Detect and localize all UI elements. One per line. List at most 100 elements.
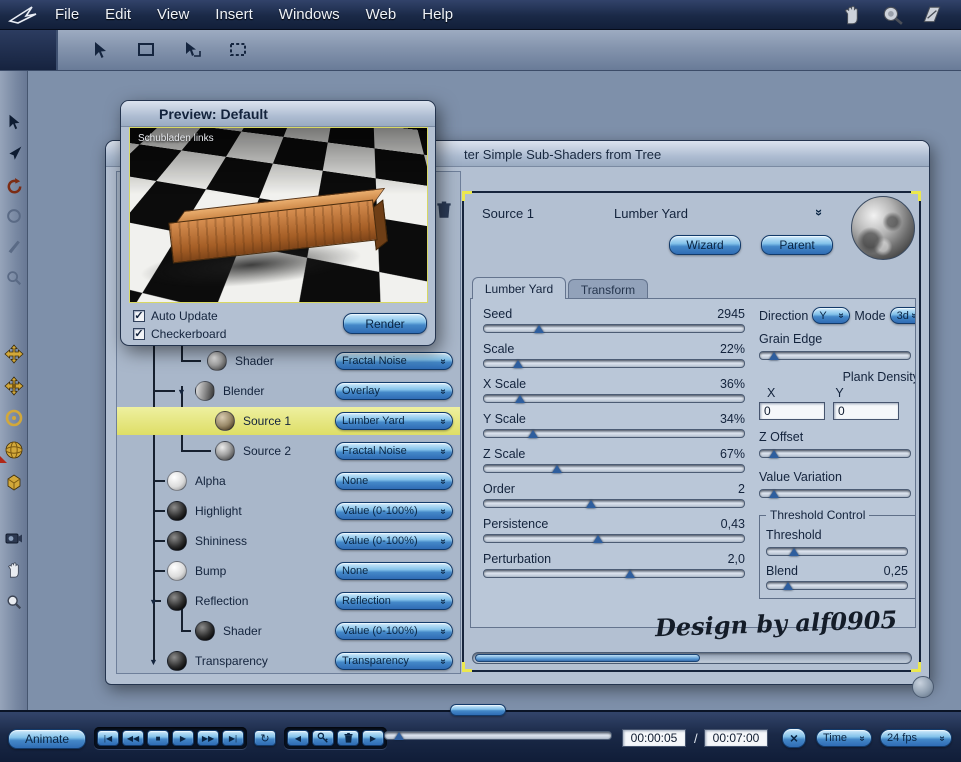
slider-thumb[interactable] [783, 582, 793, 590]
tree-row-reflection[interactable]: ▼ Reflection Reflection» [117, 587, 460, 615]
menu-file[interactable]: File [42, 6, 92, 23]
page-room-icon[interactable] [919, 4, 945, 26]
timeline-scrubber[interactable] [384, 731, 612, 740]
tab-transform[interactable]: Transform [568, 279, 648, 299]
play-button[interactable]: ▶ [172, 730, 194, 746]
disabled-rotate-tool-icon[interactable] [3, 205, 25, 227]
window-resize-handle[interactable] [912, 676, 934, 698]
order-slider[interactable] [483, 499, 745, 508]
tree-row-highlight[interactable]: Highlight Value (0-100%)» [117, 497, 460, 525]
go-to-end-button[interactable]: ▶| [222, 730, 244, 746]
expand-triangle-icon[interactable]: ▼ [177, 387, 186, 397]
bump-type-dropdown[interactable]: None» [335, 562, 453, 580]
fps-dropdown[interactable]: 24 fps» [880, 729, 952, 747]
persistence-slider[interactable] [483, 534, 745, 543]
disabled-zoom-tool-icon[interactable] [3, 267, 25, 289]
camera-tool-icon[interactable] [3, 527, 25, 549]
slider-thumb[interactable] [768, 352, 779, 360]
timeline-drawer-handle[interactable] [450, 704, 506, 716]
menu-edit[interactable]: Edit [92, 6, 144, 23]
slider-thumb[interactable] [533, 325, 544, 333]
y-scale-slider[interactable] [483, 429, 745, 438]
z-offset-slider[interactable] [759, 449, 911, 458]
tree-row-source2[interactable]: Source 2 Fractal Noise» [117, 437, 460, 465]
slider-thumb[interactable] [768, 450, 779, 458]
tree-row-alpha[interactable]: Alpha None» [117, 467, 460, 495]
menu-help[interactable]: Help [409, 6, 466, 23]
x-scale-slider[interactable] [483, 394, 745, 403]
move-tool-icon[interactable] [3, 343, 25, 365]
perturbation-slider[interactable] [483, 569, 745, 578]
menu-web[interactable]: Web [353, 6, 410, 23]
slider-thumb[interactable] [528, 430, 539, 438]
slider-thumb[interactable] [585, 500, 596, 508]
go-to-start-button[interactable]: |◀ [97, 730, 119, 746]
expand-triangle-icon[interactable]: ▼ [149, 597, 158, 607]
plank-density-y-input[interactable] [833, 402, 899, 420]
rotate-view-tool-icon[interactable] [3, 175, 25, 197]
detail-horizontal-scrollbar[interactable] [472, 652, 912, 664]
reflection-shader-dropdown[interactable]: Value (0-100%)» [335, 622, 453, 640]
tree-row-shader[interactable]: Shader Fractal Noise» [117, 347, 460, 375]
total-time-field[interactable] [704, 729, 768, 747]
dart-select-tool-icon[interactable] [3, 143, 25, 165]
delete-key-button[interactable] [337, 730, 359, 746]
current-time-field[interactable] [622, 729, 686, 747]
slider-thumb[interactable] [624, 570, 635, 578]
mode-dropdown[interactable]: 3d» [889, 307, 915, 324]
checkbox-box[interactable]: ✓ [133, 328, 145, 340]
reflection-type-dropdown[interactable]: Reflection» [335, 592, 453, 610]
value-variation-slider[interactable] [759, 489, 911, 498]
expand-triangle-icon[interactable]: ▼ [149, 657, 158, 667]
menu-insert[interactable]: Insert [202, 6, 266, 23]
tree-row-transparency[interactable]: ▼ Transparency Transparency» [117, 647, 460, 673]
animate-button[interactable]: Animate [8, 729, 86, 749]
plank-density-x-input[interactable] [759, 402, 825, 420]
source1-type-dropdown[interactable]: Lumber Yard» [335, 412, 453, 430]
cursor-tool-icon[interactable] [86, 36, 114, 64]
parent-button[interactable]: Parent [761, 235, 833, 255]
stop-button[interactable]: ■ [147, 730, 169, 746]
slider-thumb[interactable] [788, 548, 799, 556]
tree-row-shininess[interactable]: Shininess Value (0-100%)» [117, 527, 460, 555]
render-button[interactable]: Render [343, 313, 427, 334]
collapse-chevron-icon[interactable]: » [812, 209, 827, 216]
slider-thumb[interactable] [515, 395, 526, 403]
hand-room-icon[interactable] [839, 4, 865, 26]
transparency-type-dropdown[interactable]: Transparency» [335, 652, 453, 670]
move-3d-tool-icon[interactable] [3, 375, 25, 397]
direction-dropdown[interactable]: Y» [812, 307, 851, 324]
shell-room-icon[interactable] [879, 4, 905, 26]
rotate-object-tool-icon[interactable] [3, 407, 25, 429]
zoom-tool-icon[interactable] [3, 591, 25, 613]
loop-button[interactable]: ↻ [254, 730, 276, 746]
blender-type-dropdown[interactable]: Overlay» [335, 382, 453, 400]
grain-edge-slider[interactable] [759, 351, 911, 360]
direct-select-tool-icon[interactable] [178, 36, 206, 64]
checkbox-box[interactable]: ✓ [133, 310, 145, 322]
select-arrow-tool-icon[interactable] [3, 111, 25, 133]
scale-slider[interactable] [483, 359, 745, 368]
disabled-pen-tool-icon[interactable] [3, 235, 25, 257]
tree-row-reflection-shader[interactable]: Shader Value (0-100%)» [117, 617, 460, 645]
tree-row-bump[interactable]: Bump None» [117, 557, 460, 585]
fast-forward-button[interactable]: ▶▶ [197, 730, 219, 746]
shininess-type-dropdown[interactable]: Value (0-100%)» [335, 532, 453, 550]
add-key-button[interactable] [312, 730, 334, 746]
slider-thumb[interactable] [768, 490, 779, 498]
z-scale-slider[interactable] [483, 464, 745, 473]
previous-key-button[interactable]: ◀ [287, 730, 309, 746]
marquee-rect-tool-icon[interactable] [132, 36, 160, 64]
cross-toggle-button[interactable]: × [782, 728, 806, 748]
slider-thumb[interactable] [593, 535, 604, 543]
rewind-button[interactable]: ◀◀ [122, 730, 144, 746]
time-units-dropdown[interactable]: Time» [816, 729, 872, 747]
tab-lumber-yard[interactable]: Lumber Yard [472, 277, 566, 299]
pan-hand-tool-icon[interactable] [3, 559, 25, 581]
trash-icon[interactable] [435, 200, 453, 225]
auto-update-checkbox[interactable]: ✓ Auto Update [133, 309, 218, 323]
next-key-button[interactable]: ▶ [362, 730, 384, 746]
shader-type-dropdown[interactable]: Fractal Noise» [335, 352, 453, 370]
source2-type-dropdown[interactable]: Fractal Noise» [335, 442, 453, 460]
menu-windows[interactable]: Windows [266, 6, 353, 23]
